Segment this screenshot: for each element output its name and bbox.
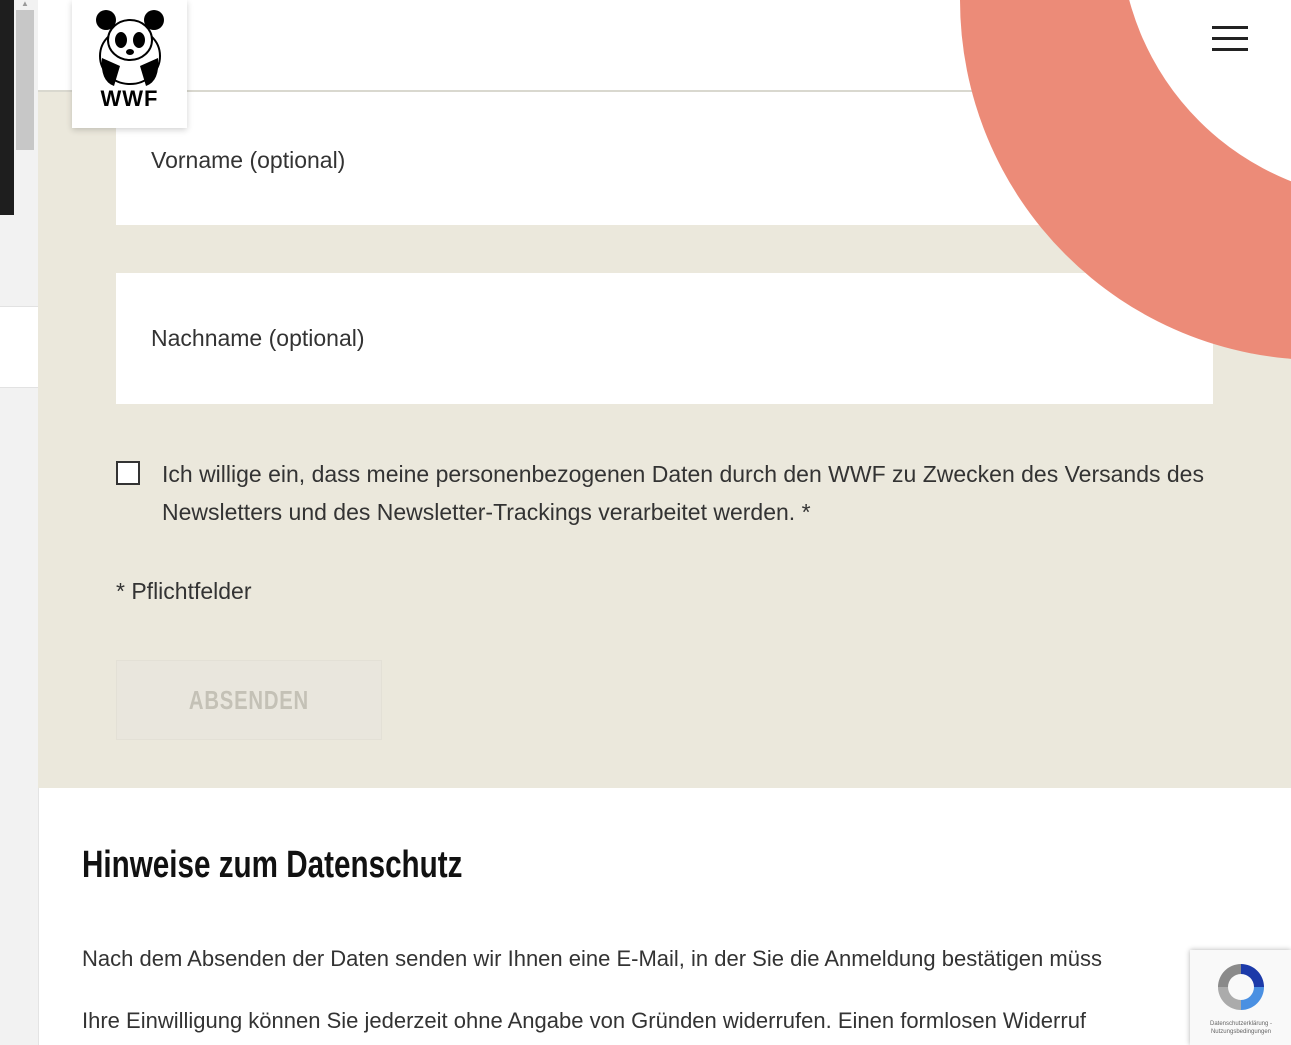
privacy-paragraph: Nach dem Absenden der Daten senden wir I… — [82, 946, 1102, 971]
browser-side-strip: ▲ — [0, 0, 39, 1045]
privacy-heading: Hinweise zum Datenschutz — [82, 844, 463, 886]
side-panel-box — [0, 306, 38, 388]
recaptcha-links[interactable]: Datenschutzerklärung - Nutzungsbedingung… — [1196, 1020, 1286, 1036]
hamburger-line — [1212, 37, 1248, 40]
logo-text: WWF — [100, 86, 159, 111]
last-name-field[interactable] — [116, 273, 1213, 404]
recaptcha-icon — [1218, 964, 1264, 1010]
site-header — [38, 0, 1291, 92]
scroll-up-arrow-icon[interactable]: ▲ — [18, 0, 32, 8]
privacy-paragraph: Ihre Einwilligung können Sie jederzeit o… — [82, 1008, 1087, 1033]
panda-icon — [96, 10, 164, 86]
hamburger-icon — [1212, 26, 1248, 29]
menu-button[interactable] — [1210, 26, 1250, 56]
newsletter-form: Ich willige ein, dass meine personenbezo… — [38, 90, 1291, 788]
submit-label: ABSENDEN — [188, 684, 310, 715]
submit-button[interactable]: ABSENDEN — [116, 660, 382, 740]
hamburger-line — [1212, 48, 1248, 51]
scrollbar-thumb[interactable] — [16, 10, 34, 150]
first-name-input[interactable] — [116, 90, 1213, 230]
required-fields-note: * Pflichtfelder — [116, 578, 252, 604]
consent-checkbox[interactable] — [116, 461, 140, 485]
last-name-input[interactable] — [116, 273, 1213, 404]
consent-label[interactable]: Ich willige ein, dass meine personenbezo… — [162, 455, 1212, 531]
first-name-field[interactable] — [116, 90, 1213, 230]
recaptcha-badge[interactable]: Datenschutzerklärung - Nutzungsbedingung… — [1190, 950, 1291, 1045]
wwf-logo[interactable]: WWF — [72, 0, 187, 128]
dark-panel — [0, 0, 14, 215]
